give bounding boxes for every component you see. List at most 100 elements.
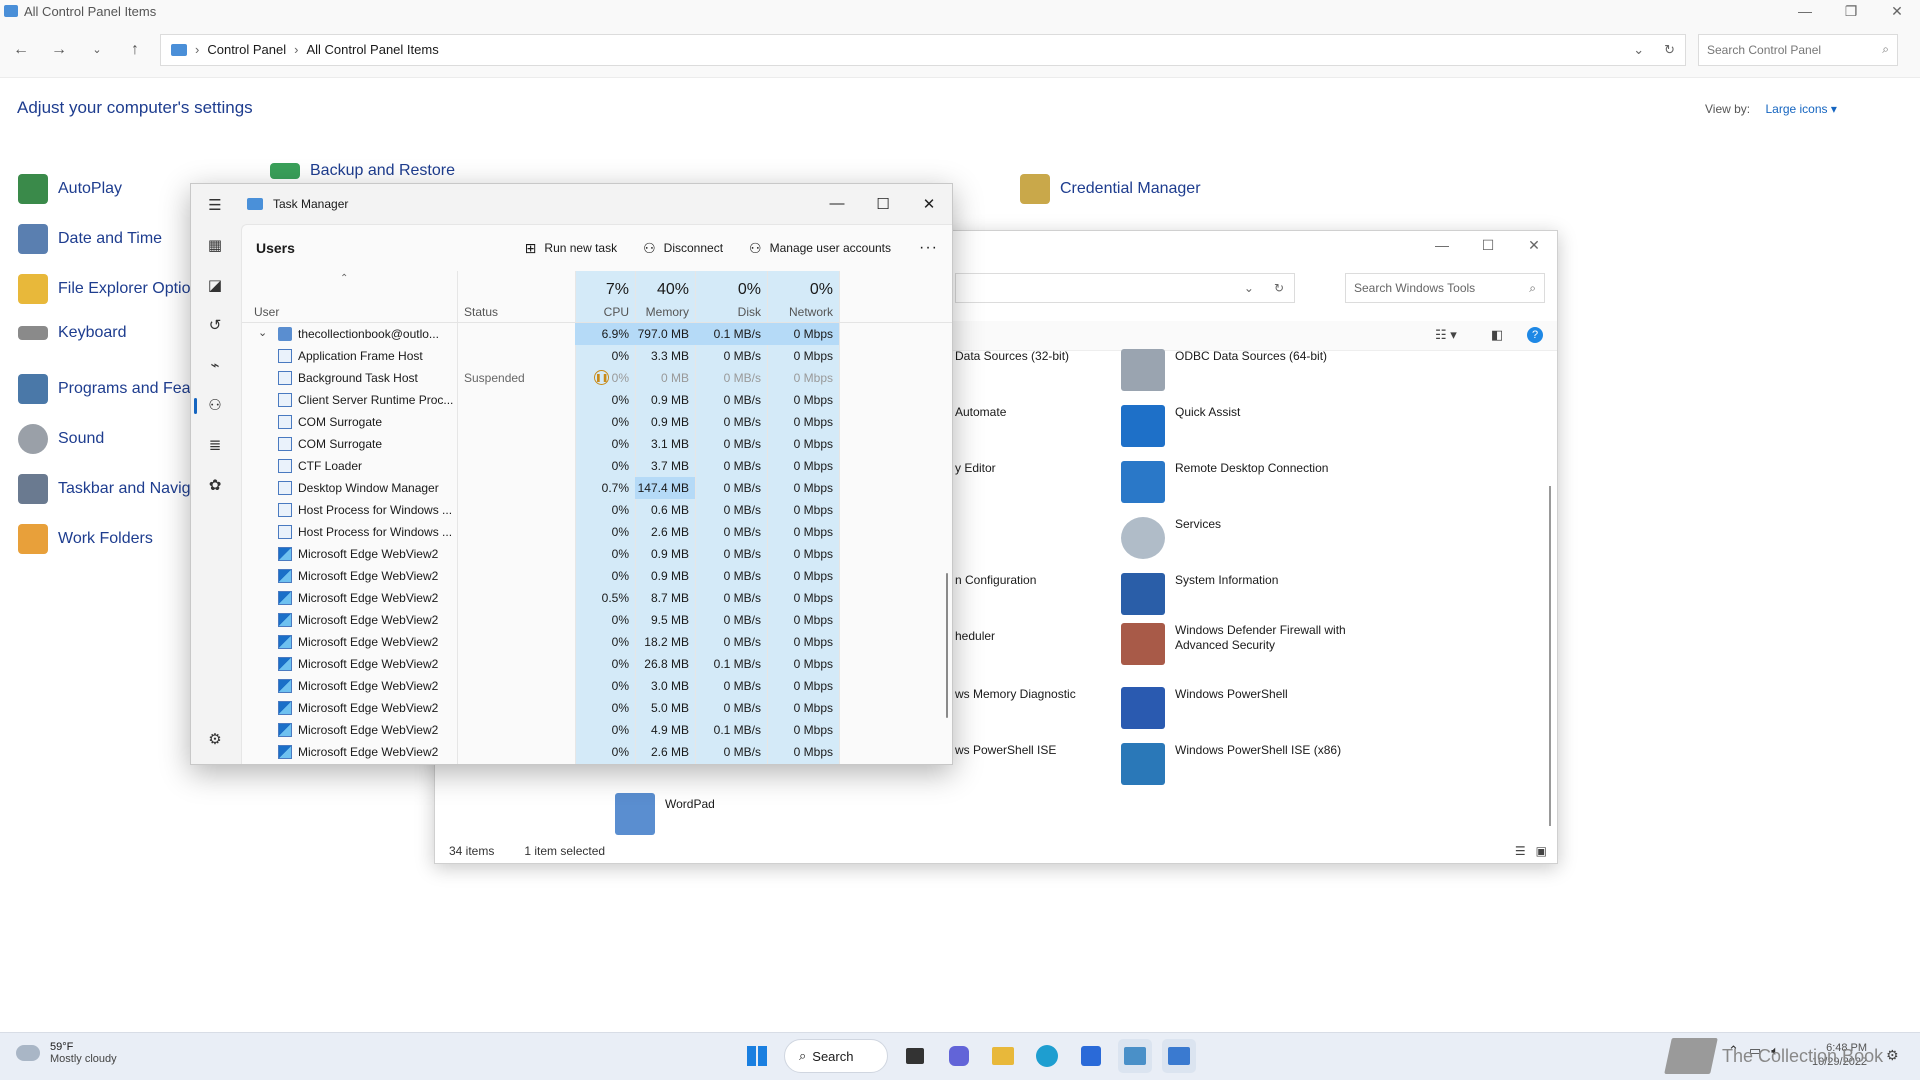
preview-pane-icon[interactable]: ◧: [1491, 327, 1503, 343]
maximize-button[interactable]: ❐: [1828, 3, 1874, 20]
process-row[interactable]: Desktop Window Manager 0.7% 147.4 MB 0 MB/s…: [242, 477, 952, 499]
control-panel-taskbar-button[interactable]: [1118, 1039, 1152, 1073]
process-row[interactable]: Background Task Host Suspended ❚❚ 0% 0 MB 0 M…: [242, 367, 952, 389]
maximize-button[interactable]: ☐: [1465, 237, 1511, 254]
minimize-button[interactable]: —: [1782, 3, 1828, 20]
col-user[interactable]: User: [254, 271, 454, 323]
scrollbar[interactable]: [1549, 486, 1551, 826]
cp-item-date-time[interactable]: Date and Time: [18, 224, 162, 254]
disconnect-button[interactable]: ⚇ Disconnect: [643, 240, 723, 257]
process-row[interactable]: Client Server Runtime Proc... 0% 0.9 MB 0 M…: [242, 389, 952, 411]
cp-item-sound[interactable]: Sound: [18, 424, 104, 454]
settings-gear-icon[interactable]: ⚙: [205, 730, 225, 750]
tool-item-powershell-ise-x86[interactable]: Windows PowerShell ISE (x86): [1121, 743, 1341, 785]
view-by-dropdown[interactable]: Large icons ▾: [1765, 102, 1836, 116]
scrollbar[interactable]: [946, 573, 948, 718]
services-icon[interactable]: ✿: [205, 476, 225, 496]
performance-icon[interactable]: ◪: [205, 276, 225, 296]
tool-item[interactable]: n Configuration: [955, 573, 1036, 588]
refresh-icon[interactable]: ↻: [1274, 281, 1284, 295]
chevron-down-icon[interactable]: ⌄: [258, 326, 267, 339]
hamburger-menu-icon[interactable]: ☰: [205, 196, 225, 216]
run-new-task-button[interactable]: ⊞ Run new task: [525, 240, 617, 257]
start-button[interactable]: [740, 1039, 774, 1073]
help-icon[interactable]: ?: [1527, 327, 1543, 343]
address-bar[interactable]: › Control Panel › All Control Panel Item…: [160, 33, 1686, 66]
file-explorer-button[interactable]: [986, 1039, 1020, 1073]
process-row[interactable]: Microsoft Edge WebView2 0% 9.5 MB 0 MB/s 0 M…: [242, 609, 952, 631]
cp-item-programs-features[interactable]: Programs and Feat: [18, 374, 195, 404]
recent-locations-button[interactable]: ⌄: [84, 43, 110, 56]
large-icons-view-icon[interactable]: ▣: [1536, 844, 1547, 858]
process-row[interactable]: Microsoft Edge WebView2 0% 2.6 MB 0 MB/s 0 M…: [242, 741, 952, 763]
tool-item[interactable]: heduler: [955, 629, 995, 644]
cp-item-work-folders[interactable]: Work Folders: [18, 524, 153, 554]
back-button[interactable]: ←: [8, 41, 34, 59]
col-cpu[interactable]: 7% CPU: [575, 271, 635, 323]
tool-item-remote-desktop[interactable]: Remote Desktop Connection: [1121, 461, 1328, 503]
refresh-icon[interactable]: ↻: [1664, 42, 1675, 58]
process-row[interactable]: COM Surrogate 0% 3.1 MB 0 MB/s 0 Mbps: [242, 433, 952, 455]
minimize-button[interactable]: —: [1419, 237, 1465, 254]
breadcrumb-control-panel[interactable]: Control Panel: [207, 42, 286, 57]
cp-item-credential-manager[interactable]: Credential Manager: [1020, 174, 1201, 204]
col-status[interactable]: Status: [464, 271, 574, 323]
taskbar-search[interactable]: ⌕ Search: [784, 1039, 888, 1073]
close-button[interactable]: ✕: [906, 195, 952, 213]
users-icon[interactable]: ⚇: [205, 396, 225, 416]
cp-item-keyboard[interactable]: Keyboard: [18, 324, 127, 342]
process-row[interactable]: COM Surrogate 0% 0.9 MB 0 MB/s 0 Mbps: [242, 411, 952, 433]
tool-item-wordpad[interactable]: WordPad: [615, 793, 715, 835]
search-input[interactable]: Search Control Panel ⌕: [1698, 33, 1898, 66]
col-network[interactable]: 0% Network: [767, 271, 839, 323]
process-row[interactable]: CTF Loader 0% 3.7 MB 0 MB/s 0 Mbps: [242, 455, 952, 477]
store-button[interactable]: [1074, 1039, 1108, 1073]
cp-item-file-explorer-options[interactable]: File Explorer Optio: [18, 274, 191, 304]
tool-item[interactable]: Data Sources (32-bit): [955, 349, 1069, 364]
tool-item-powershell[interactable]: Windows PowerShell: [1121, 687, 1288, 729]
user-row[interactable]: ⌄ thecollectionbook@outlo... 6.9% 797.0 MB 0…: [242, 323, 952, 345]
more-options-button[interactable]: ···: [919, 239, 938, 257]
task-view-button[interactable]: [898, 1039, 932, 1073]
tool-item-system-information[interactable]: System Information: [1121, 573, 1278, 615]
forward-button[interactable]: →: [46, 41, 72, 59]
col-memory[interactable]: 40% Memory: [635, 271, 695, 323]
manage-user-accounts-button[interactable]: ⚇ Manage user accounts: [749, 240, 891, 257]
chevron-down-icon[interactable]: ⌄: [1633, 42, 1644, 58]
process-row[interactable]: Host Process for Windows ... 0% 0.6 MB 0 MB…: [242, 499, 952, 521]
chat-button[interactable]: [942, 1039, 976, 1073]
process-row[interactable]: Microsoft Edge WebView2 0.5% 8.7 MB 0 MB/s 0…: [242, 587, 952, 609]
task-manager-taskbar-button[interactable]: [1162, 1039, 1196, 1073]
tool-item-defender-firewall[interactable]: Windows Defender Firewall with Advanced …: [1121, 623, 1365, 665]
close-button[interactable]: ✕: [1874, 3, 1920, 20]
process-row[interactable]: Microsoft Edge WebView2 0% 5.0 MB 0 MB/s 0 M…: [242, 697, 952, 719]
process-row[interactable]: Microsoft Edge WebView2 0% 0.9 MB 0 MB/s 0 M…: [242, 565, 952, 587]
startup-apps-icon[interactable]: ⌁: [205, 356, 225, 376]
tool-item[interactable]: ws PowerShell ISE: [955, 743, 1056, 758]
tool-item[interactable]: y Editor: [955, 461, 996, 476]
process-row[interactable]: Microsoft Edge WebView2 0% 26.8 MB 0.1 MB/s…: [242, 653, 952, 675]
search-input[interactable]: Search Windows Tools ⌕: [1345, 273, 1545, 303]
chevron-down-icon[interactable]: ⌄: [1244, 281, 1254, 295]
cp-item-backup-restore[interactable]: Backup and Restore: [270, 162, 455, 180]
edge-button[interactable]: [1030, 1039, 1064, 1073]
process-row[interactable]: Microsoft Edge WebView2 0% 0.9 MB 0 MB/s 0 M…: [242, 543, 952, 565]
col-disk[interactable]: 0% Disk: [695, 271, 767, 323]
up-button[interactable]: ↑: [122, 41, 148, 59]
tool-item-services[interactable]: Services: [1121, 517, 1221, 559]
tool-item-odbc-64[interactable]: ODBC Data Sources (64-bit): [1121, 349, 1327, 391]
maximize-button[interactable]: ☐: [860, 195, 906, 213]
tool-item[interactable]: Automate: [955, 405, 1006, 420]
process-row[interactable]: Application Frame Host 0% 3.3 MB 0 MB/s 0 Mb…: [242, 345, 952, 367]
weather-widget[interactable]: 59°F Mostly cloudy: [16, 1041, 117, 1065]
details-icon[interactable]: ≣: [205, 436, 225, 456]
app-history-icon[interactable]: ↺: [205, 316, 225, 336]
address-bar[interactable]: ⌄ ↻: [955, 273, 1295, 303]
tool-item[interactable]: ws Memory Diagnostic: [955, 687, 1076, 702]
details-view-icon[interactable]: ☰: [1515, 844, 1526, 858]
close-button[interactable]: ✕: [1511, 237, 1557, 254]
cp-item-autoplay[interactable]: AutoPlay: [18, 174, 122, 204]
tool-item-quick-assist[interactable]: Quick Assist: [1121, 405, 1240, 447]
minimize-button[interactable]: —: [814, 195, 860, 213]
process-row[interactable]: Host Process for Windows ... 0% 2.6 MB 0 MB…: [242, 521, 952, 543]
